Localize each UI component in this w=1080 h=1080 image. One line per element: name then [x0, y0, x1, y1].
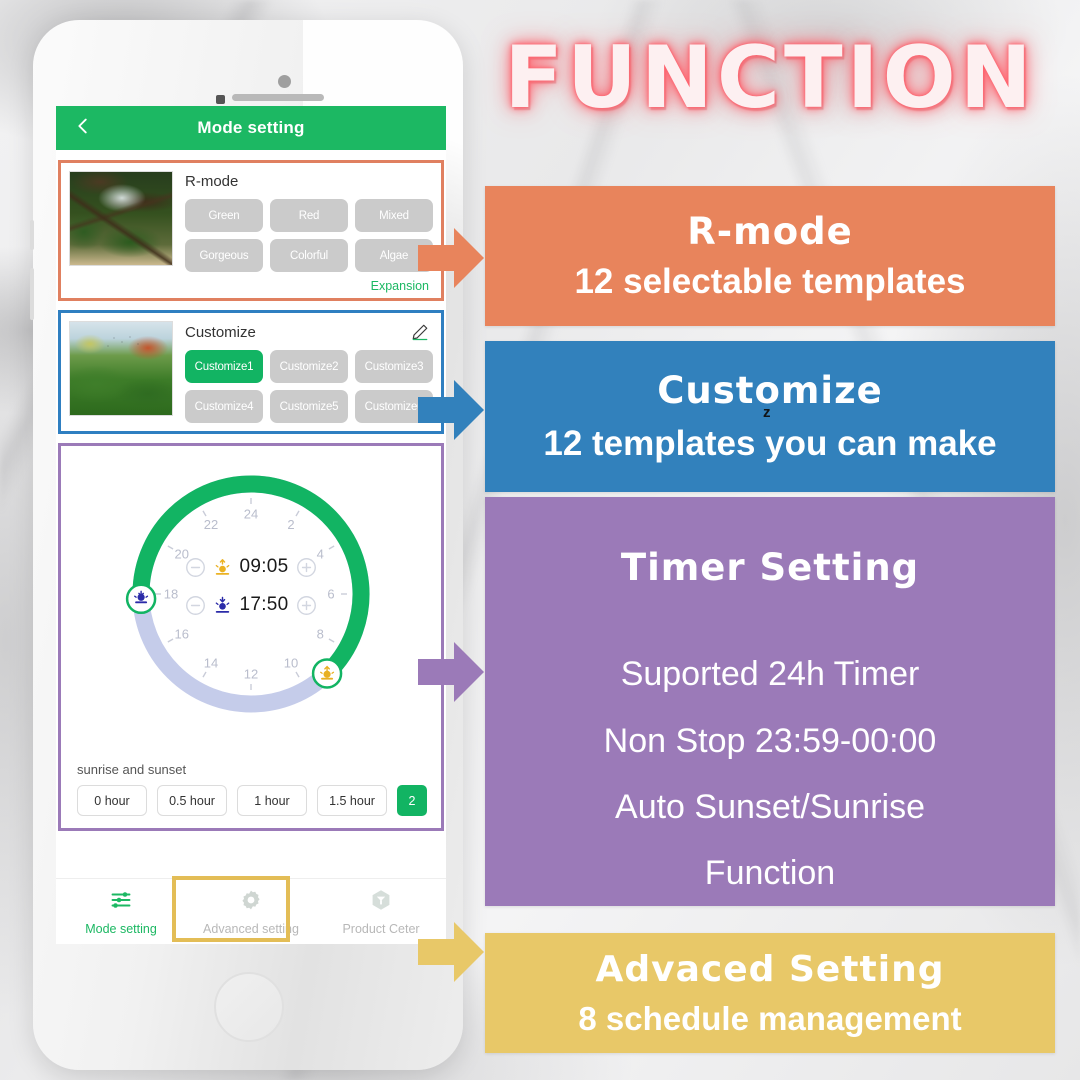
tab-label: Mode setting [85, 921, 157, 936]
rmode-chip[interactable]: Gorgeous [185, 239, 263, 272]
phone-screen: Mode setting R-mode Green Red Mixed Gorg… [56, 106, 446, 944]
rmode-chip[interactable]: Red [270, 199, 348, 232]
svg-text:24: 24 [244, 506, 258, 521]
fade-option-selected[interactable]: 2 [397, 785, 427, 816]
rmode-chip-grid: Green Red Mixed Gorgeous Colorful Algae [185, 199, 433, 272]
tab-label: Product Ceter [342, 921, 420, 936]
poster-title: FUNCTION [504, 28, 1036, 128]
panel-advanced-heading: Advaced Setting [595, 948, 945, 990]
sunrise-handle [311, 658, 343, 689]
svg-text:2: 2 [287, 517, 294, 532]
panel-customize: Customize z 12 templates you can make [485, 341, 1055, 492]
timer-dial-wrapper: 24 2 4 6 8 10 12 14 16 18 20 22 09:05 17… [69, 452, 433, 754]
phone-mockup: Mode setting R-mode Green Red Mixed Gorg… [30, 20, 463, 1070]
customize-chip[interactable]: Customize4 [185, 390, 263, 423]
minus-circle-icon[interactable] [185, 595, 206, 616]
plus-circle-icon[interactable] [296, 557, 317, 578]
svg-text:12: 12 [244, 666, 258, 681]
proximity-sensor [216, 95, 225, 104]
tab-mode-setting[interactable]: Mode setting [56, 879, 186, 944]
panel-timer: Timer Setting Suported 24h Timer Non Sto… [485, 497, 1055, 906]
customize-title: Customize [185, 323, 256, 341]
bottom-tabbar: Mode setting Advanced setting Product Ce… [56, 878, 446, 944]
sunrise-time-row: 09:05 [153, 548, 349, 586]
panel-advanced-line1: 8 schedule management [578, 999, 962, 1037]
sunrise-icon [213, 558, 232, 577]
customize-thumbnail[interactable] [69, 321, 173, 416]
panel-timer-line4: Function [704, 854, 836, 893]
fade-option[interactable]: 0 hour [77, 785, 147, 816]
pencil-icon[interactable] [411, 323, 429, 341]
screen-content: R-mode Green Red Mixed Gorgeous Colorful… [56, 160, 446, 831]
minus-circle-icon[interactable] [185, 557, 206, 578]
home-button[interactable] [214, 972, 284, 1042]
time-rows: 09:05 17:50 [153, 548, 349, 624]
fade-option[interactable]: 1 hour [237, 785, 307, 816]
arrow-customize [418, 380, 484, 440]
plus-circle-icon[interactable] [296, 595, 317, 616]
rmode-title: R-mode [185, 173, 239, 190]
gear-icon [239, 888, 263, 917]
fade-option[interactable]: 0.5 hour [157, 785, 227, 816]
svg-text:22: 22 [204, 517, 218, 532]
superscript-z: z [763, 404, 771, 421]
panel-timer-line3: Auto Sunset/Sunrise [615, 788, 925, 826]
customize-chip[interactable]: Customize1 [185, 350, 263, 383]
arrow-rmode [418, 228, 484, 288]
panel-rmode: R-mode 12 selectable templates [485, 186, 1055, 326]
hexagon-icon [369, 888, 393, 917]
expansion-link[interactable]: Expansion [185, 272, 433, 294]
fade-option[interactable]: 1.5 hour [317, 785, 387, 816]
customize-chip[interactable]: Customize5 [270, 390, 348, 423]
sunset-time[interactable]: 17:50 [239, 594, 288, 616]
svg-text:16: 16 [174, 626, 188, 641]
fade-options-row: 0 hour 0.5 hour 1 hour 1.5 hour 2 [69, 777, 433, 820]
panel-timer-line2: Non Stop 23:59-00:00 [603, 721, 937, 760]
rmode-thumbnail[interactable] [69, 171, 173, 266]
panel-timer-line1: Suported 24h Timer [620, 655, 920, 694]
right-column: FUNCTION R-mode 12 selectable templates … [485, 0, 1055, 1080]
sunset-handle [125, 583, 157, 615]
tab-label: Advanced setting [203, 921, 299, 936]
sunset-icon [213, 596, 232, 615]
sunset-time-row: 17:50 [153, 586, 349, 624]
rmode-chip[interactable]: Green [185, 199, 263, 232]
timer-card[interactable]: 24 2 4 6 8 10 12 14 16 18 20 22 09:05 17… [58, 443, 444, 831]
earpiece-speaker [232, 94, 324, 101]
customize-chip[interactable]: Customize3 [355, 350, 433, 383]
panel-rmode-heading: R-mode [687, 210, 853, 253]
phone-volume-down-button[interactable] [30, 268, 34, 320]
tab-advanced-setting[interactable]: Advanced setting [186, 879, 316, 944]
arrow-advanced [418, 922, 484, 982]
panel-timer-heading: Timer Setting [620, 546, 920, 590]
customize-chip[interactable]: Customize2 [270, 350, 348, 383]
panel-customize-line1-text: 12 templates you can make [543, 424, 997, 463]
customize-card[interactable]: Customize Customize1 Customize2 Customiz… [58, 310, 444, 434]
customize-chip-grid: Customize1 Customize2 Customize3 Customi… [185, 350, 433, 423]
chevron-left-icon[interactable] [72, 115, 94, 141]
rmode-card[interactable]: R-mode Green Red Mixed Gorgeous Colorful… [58, 160, 444, 301]
svg-text:10: 10 [284, 656, 298, 671]
rmode-chip[interactable]: Colorful [270, 239, 348, 272]
page-title: Mode setting [197, 118, 305, 137]
phone-volume-up-button[interactable] [30, 220, 34, 250]
panel-rmode-line1: 12 selectable templates [574, 262, 966, 301]
app-navbar: Mode setting [56, 106, 446, 150]
svg-text:8: 8 [317, 626, 324, 641]
arrow-timer [418, 642, 484, 702]
panel-customize-line1: z 12 templates you can make [543, 404, 997, 464]
panel-advanced: Advaced Setting 8 schedule management [485, 933, 1055, 1053]
front-camera [278, 75, 291, 88]
svg-text:14: 14 [204, 656, 218, 671]
sunrise-time[interactable]: 09:05 [239, 556, 288, 578]
fade-label: sunrise and sunset [77, 762, 187, 777]
sliders-icon [109, 888, 133, 917]
